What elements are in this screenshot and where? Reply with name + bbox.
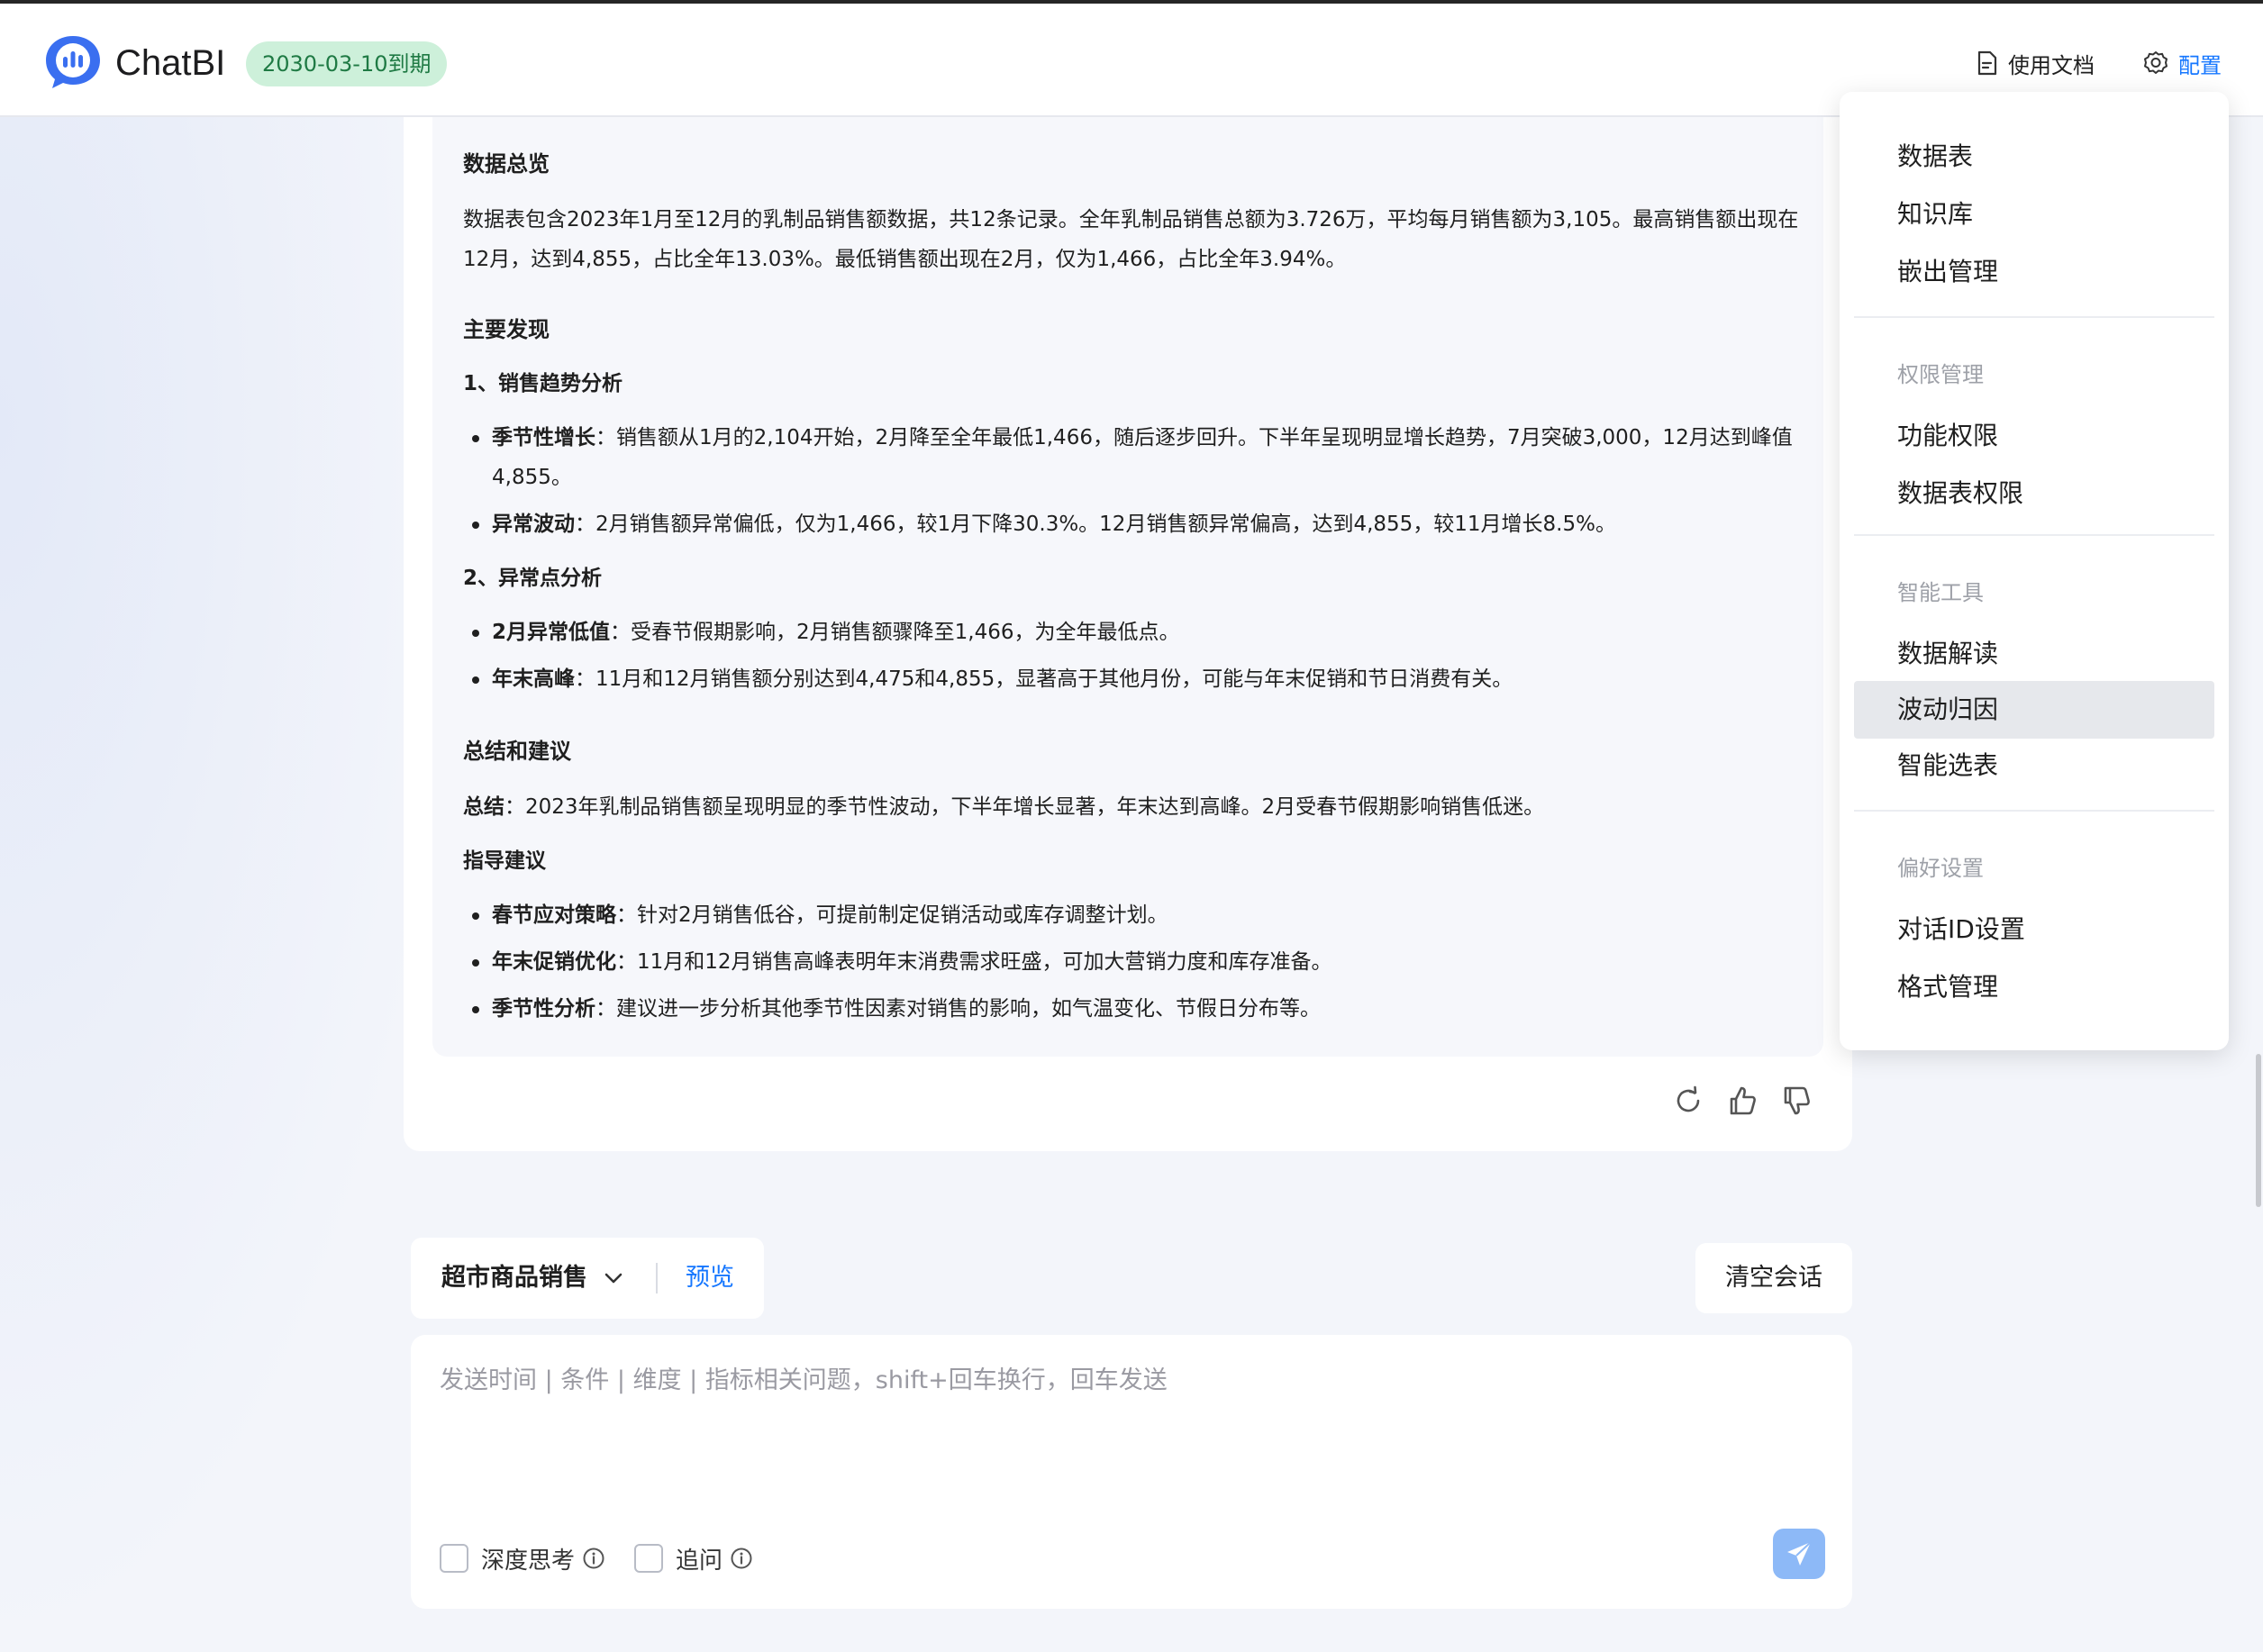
regenerate-icon[interactable] bbox=[1670, 1083, 1706, 1119]
summary-text: 总结：2023年乳制品销售额呈现明显的季节性波动，下半年增长显著，年末达到高峰。… bbox=[463, 795, 1545, 819]
menu-item-datatable-permissions[interactable]: 数据表权限 bbox=[1854, 465, 2214, 522]
menu-item-knowledge-base[interactable]: 知识库 bbox=[1854, 186, 2214, 243]
deep-think-label: 深度思考 bbox=[481, 1547, 576, 1575]
list-item: 春节应对策略：针对2月销售低谷，可提前制定促销活动或库存调整计划。 bbox=[463, 895, 1823, 935]
gear-icon bbox=[2144, 51, 2168, 74]
list-item: 2月异常低值：受春节假期影响，2月销售额骤降至1,466，为全年最低点。 bbox=[463, 613, 1823, 652]
send-icon bbox=[1787, 1541, 1812, 1566]
thumbs-down-icon[interactable] bbox=[1778, 1083, 1814, 1119]
follow-up-option[interactable]: 追问 bbox=[634, 1542, 753, 1575]
config-label: 配置 bbox=[2178, 52, 2222, 78]
menu-item-function-permissions[interactable]: 功能权限 bbox=[1854, 407, 2214, 465]
menu-group-tools: 智能工具 bbox=[1897, 580, 1984, 605]
config-button[interactable]: 配置 bbox=[2142, 45, 2222, 81]
follow-up-checkbox[interactable] bbox=[634, 1544, 663, 1573]
menu-divider bbox=[1854, 810, 2214, 812]
menu-item-format-management[interactable]: 格式管理 bbox=[1854, 958, 2214, 1016]
dataset-dropdown[interactable]: 超市商品销售 bbox=[441, 1238, 587, 1319]
chat-input-box: 深度思考 追问 bbox=[411, 1335, 1852, 1609]
menu-item-session-id-settings[interactable]: 对话ID设置 bbox=[1854, 901, 2214, 958]
menu-item-embed-management[interactable]: 嵌出管理 bbox=[1854, 243, 2214, 301]
brand-name: ChatBI bbox=[115, 43, 226, 83]
menu-divider bbox=[1854, 534, 2214, 536]
menu-item-smart-table-selection[interactable]: 智能选表 bbox=[1854, 737, 2214, 794]
overview-title: 数据总览 bbox=[463, 151, 550, 177]
answer-card: 数据总览 数据表包含2023年1月至12月的乳制品销售额数据，共12条记录。全年… bbox=[404, 117, 1852, 1151]
trend-title: 1、销售趋势分析 bbox=[463, 372, 623, 395]
menu-item-fluctuation-attribution[interactable]: 波动归因 bbox=[1854, 681, 2214, 739]
thumbs-up-icon[interactable] bbox=[1724, 1083, 1760, 1119]
menu-group-permissions: 权限管理 bbox=[1897, 362, 1984, 387]
list-item: 异常波动：2月销售额异常偏低，仅为1,466，较1月下降30.3%。12月销售额… bbox=[463, 504, 1823, 544]
deep-think-option[interactable]: 深度思考 bbox=[440, 1542, 605, 1575]
summary-title: 总结和建议 bbox=[463, 739, 571, 764]
list-item: 季节性增长：销售额从1月的2,104开始，2月降至全年最低1,466，随后逐步回… bbox=[463, 418, 1823, 497]
list-item: 年末高峰：11月和12月销售额分别达到4,475和4,855，显著高于其他月份，… bbox=[463, 659, 1823, 699]
chat-input[interactable] bbox=[440, 1360, 1818, 1486]
divider bbox=[656, 1263, 658, 1293]
docs-label: 使用文档 bbox=[2008, 52, 2095, 78]
send-button[interactable] bbox=[1773, 1529, 1825, 1579]
background-glow bbox=[0, 117, 468, 1652]
config-dropdown-menu: 数据表 知识库 嵌出管理 权限管理 功能权限 数据表权限 智能工具 数据解读 波… bbox=[1840, 92, 2229, 1050]
menu-item-datatable[interactable]: 数据表 bbox=[1854, 128, 2214, 186]
info-icon[interactable] bbox=[730, 1547, 753, 1570]
document-icon bbox=[1977, 50, 1997, 76]
docs-link[interactable]: 使用文档 bbox=[1976, 45, 2095, 81]
overview-text: 数据表包含2023年1月至12月的乳制品销售额数据，共12条记录。全年乳制品销售… bbox=[463, 208, 1799, 271]
chatbi-logo-icon bbox=[43, 34, 103, 90]
info-icon[interactable] bbox=[582, 1547, 605, 1570]
findings-title: 主要发现 bbox=[463, 317, 550, 342]
scrollbar[interactable] bbox=[2256, 1054, 2261, 1207]
chevron-down-icon[interactable] bbox=[602, 1266, 625, 1290]
dataset-selector: 超市商品销售 预览 bbox=[411, 1238, 764, 1319]
preview-link[interactable]: 预览 bbox=[686, 1238, 734, 1319]
answer-content: 数据总览 数据表包含2023年1月至12月的乳制品销售额数据，共12条记录。全年… bbox=[432, 117, 1823, 1057]
clear-conversation-button[interactable]: 清空会话 bbox=[1695, 1243, 1852, 1313]
advice-title: 指导建议 bbox=[463, 849, 546, 873]
list-item: 年末促销优化：11月和12月销售高峰表明年末消费需求旺盛，可加大营销力度和库存准… bbox=[463, 942, 1823, 982]
menu-item-data-interpretation[interactable]: 数据解读 bbox=[1854, 625, 2214, 683]
anomaly-title: 2、异常点分析 bbox=[463, 567, 603, 590]
list-item: 季节性分析：建议进一步分析其他季节性因素对销售的影响，如气温变化、节假日分布等。 bbox=[463, 989, 1823, 1029]
expiry-badge: 2030-03-10到期 bbox=[246, 41, 448, 86]
deep-think-checkbox[interactable] bbox=[440, 1544, 468, 1573]
menu-divider bbox=[1854, 316, 2214, 318]
follow-up-label: 追问 bbox=[676, 1547, 723, 1575]
menu-group-preferences: 偏好设置 bbox=[1897, 856, 1984, 881]
